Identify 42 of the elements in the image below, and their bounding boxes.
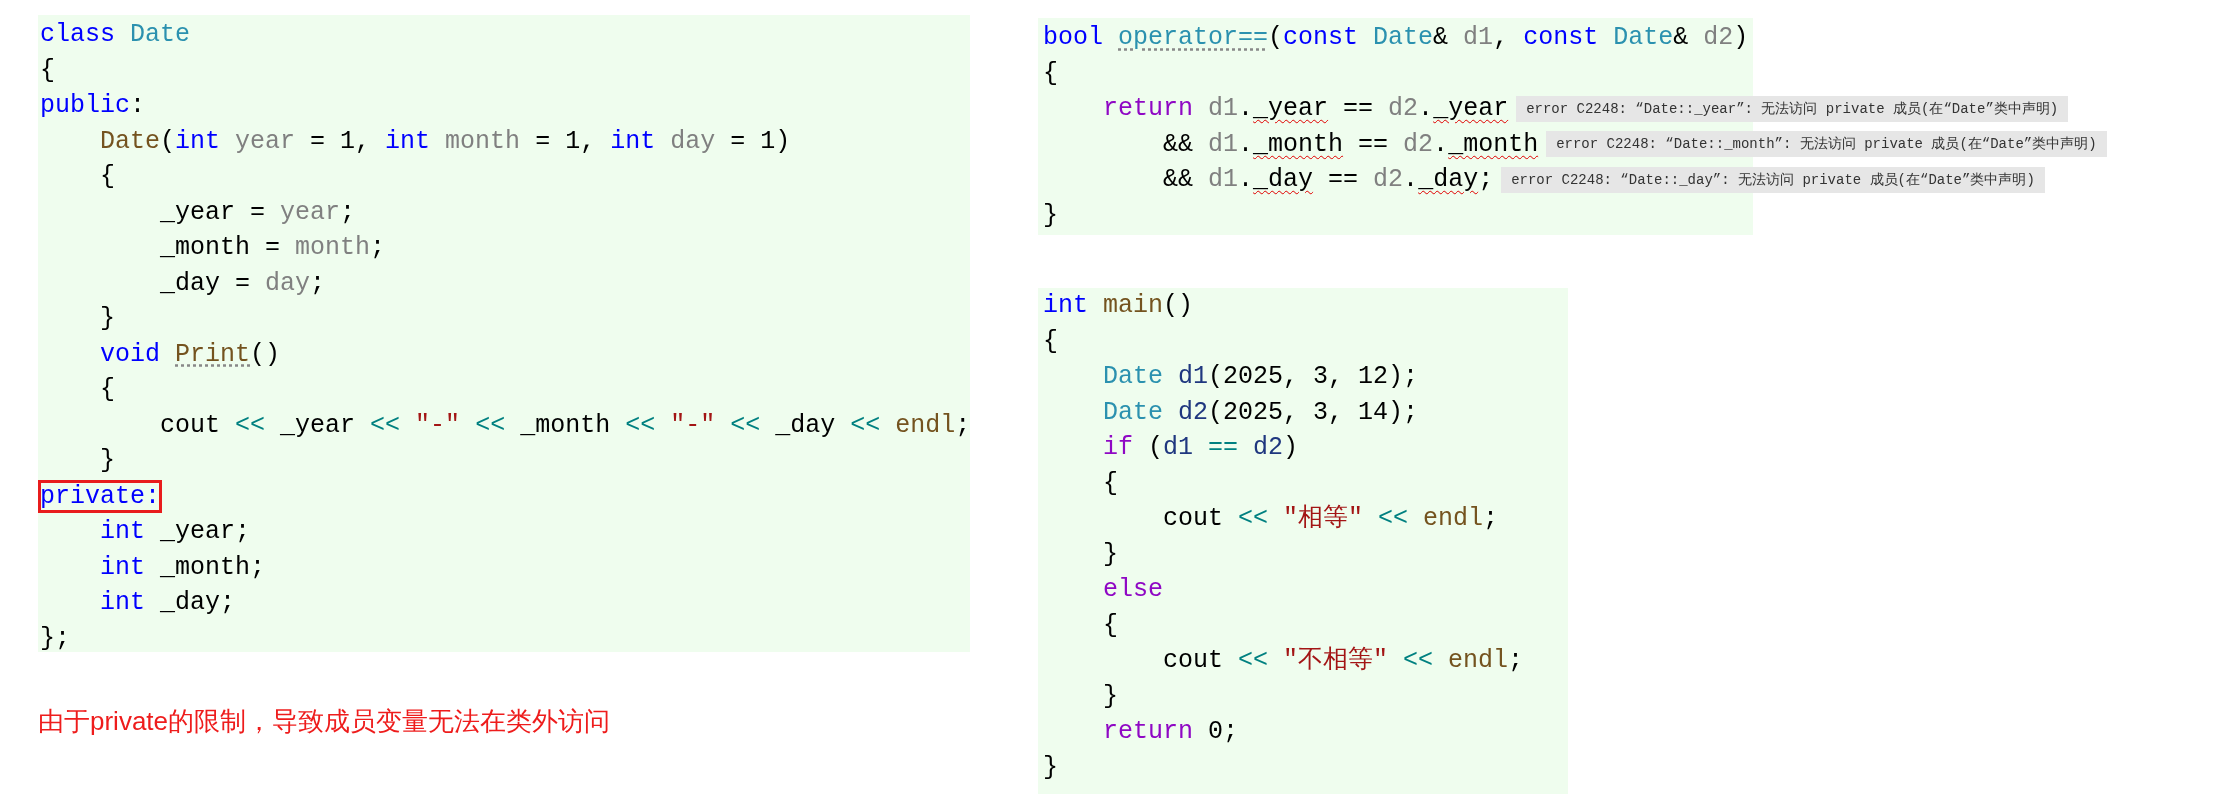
code-line: void Print() [99,338,281,371]
code-line: cout << "相等" << endl; [1162,503,1499,535]
code-line: { [99,374,115,406]
note-text: 由于private的限制，导致成员变量无法在类外访问 [38,705,612,738]
code-line: Date d1(2025, 3, 12); [1102,361,1419,393]
code-line: } [1043,199,1058,232]
code-line: { [1102,467,1118,500]
error-tooltip: error C2248: “Date::_day”: 无法访问 private 成员(在“Date”类中声明) [1501,166,2045,193]
error-tooltip: error C2248: “Date::_year”: 无法访问 private 成员(在“Date”类中声明) [1516,95,2069,122]
code-line: } [99,445,115,477]
code-line: }; [40,622,70,652]
code-line: _month = month; [159,232,386,264]
error-tooltip: error C2248: “Date::_month”: 无法访问 private 成员(在“Date”类中声明) [1546,131,2107,158]
code-line: { [1043,57,1058,90]
code-line: return 0; [1102,716,1239,748]
code-line: { [40,54,55,87]
code-line: Date d2(2025, 3, 14); [1102,396,1419,429]
code-line: { [1043,325,1058,358]
code-line: && d1._month == d2._month [1162,128,1539,161]
code-line: } [1043,751,1058,784]
code-line: } [99,303,115,335]
code-line: && d1._day == d2._day; [1162,164,1494,196]
code-line: int _day; [99,587,236,619]
code-line: else [1102,574,1164,606]
code-line: class Date [40,19,191,51]
code-line: cout << _year << "-" << _month << "-" << _day << endl; [159,409,970,442]
code-line: if (d1 == d2) [1102,432,1299,464]
code-line: Date(int year = 1, int month = 1, int day = 1) [99,125,791,158]
code-line: private: [40,480,161,513]
code-line: _year = year; [159,196,356,229]
code-line: return d1._year == d2._year [1102,93,1509,125]
code-line: { [99,161,115,193]
code-line: cout << "不相等" << endl; [1162,645,1524,677]
code-line: } [1102,680,1118,713]
code-line: { [1102,609,1118,642]
code-line: int _month; [99,551,266,584]
code-line: } [1102,538,1118,571]
code-line: int _year; [99,516,251,548]
code-line: _day = day; [159,267,326,300]
code-line: int main() [1043,290,1194,322]
code-line: public: [40,90,146,122]
code-line: bool operator==(const Date& d1, const Date& d2) [1043,22,1749,54]
